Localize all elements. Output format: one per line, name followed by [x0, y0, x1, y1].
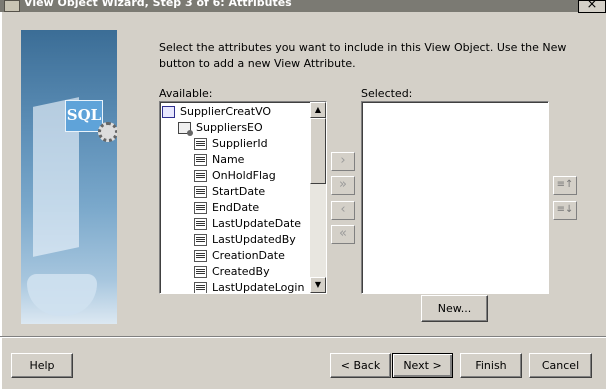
tree-node-label: LastUpdateDate: [212, 217, 302, 230]
attribute-icon: [194, 234, 207, 246]
remove-all-button[interactable]: «: [331, 225, 355, 244]
help-button[interactable]: Help: [11, 353, 73, 378]
selected-label: Selected:: [361, 87, 413, 100]
tree-node-label: LastUpdateLogin: [212, 281, 305, 294]
coffee-cup-illustration: [27, 274, 97, 316]
tree-node-label: SuppliersEO: [196, 121, 263, 134]
attribute-icon: [194, 218, 207, 230]
wizard-illustration: SQL: [21, 30, 117, 324]
tree-node-label: SupplierId: [212, 137, 268, 150]
footer-separator-highlight: [0, 337, 606, 338]
available-tree[interactable]: SupplierCreatVO SuppliersEO SupplierId Na…: [159, 101, 327, 294]
tree-node-label: OnHoldFlag: [212, 169, 276, 182]
remove-button[interactable]: ‹: [331, 201, 355, 220]
scroll-up-button[interactable]: ▲: [310, 102, 326, 118]
move-up-button[interactable]: ≡↑: [553, 176, 577, 195]
window-title: View Object Wizard, Step 3 of 6: Attribu…: [24, 0, 292, 9]
vertical-scrollbar[interactable]: ▲ ▼: [310, 102, 326, 293]
tree-node-label: StartDate: [212, 185, 266, 198]
title-bar: View Object Wizard, Step 3 of 6: Attribu…: [0, 0, 606, 12]
attribute-icon: [194, 282, 207, 293]
move-down-button[interactable]: ≡↓: [553, 201, 577, 220]
attribute-icon: [194, 170, 207, 182]
attribute-icon: [194, 202, 207, 214]
window-edge: [0, 12, 2, 389]
tree-node-label: CreatedBy: [212, 265, 270, 278]
available-label: Available:: [159, 87, 213, 100]
tree-node-label: EndDate: [212, 201, 260, 214]
gear-icon: [98, 122, 117, 142]
move-button[interactable]: ›: [331, 152, 355, 171]
new-attribute-button[interactable]: New...: [421, 295, 488, 322]
back-button[interactable]: < Back: [330, 353, 391, 378]
view-object-icon: [162, 106, 175, 118]
move-all-button[interactable]: »: [331, 176, 355, 195]
attribute-icon: [194, 250, 207, 262]
close-button[interactable]: ×: [578, 0, 606, 13]
entity-object-icon: [178, 122, 193, 136]
sql-badge: SQL: [65, 100, 103, 132]
attribute-icon: [194, 266, 207, 278]
scroll-thumb[interactable]: [310, 118, 326, 184]
attribute-icon: [194, 186, 207, 198]
tree-node-label: Name: [212, 153, 245, 166]
selected-list[interactable]: [361, 101, 549, 294]
attribute-icon: [194, 154, 207, 166]
tree-node-label: CreationDate: [212, 249, 285, 262]
finish-button[interactable]: Finish: [460, 353, 522, 378]
scroll-down-button[interactable]: ▼: [310, 277, 326, 293]
cancel-button[interactable]: Cancel: [529, 353, 592, 378]
tree-node-label: LastUpdatedBy: [212, 233, 296, 246]
wizard-icon: [4, 0, 20, 12]
attribute-icon: [194, 138, 207, 150]
next-button[interactable]: Next >: [392, 353, 453, 378]
tree-node-label: SupplierCreatVO: [180, 105, 272, 118]
instructions-text: Select the attributes you want to includ…: [159, 41, 567, 70]
